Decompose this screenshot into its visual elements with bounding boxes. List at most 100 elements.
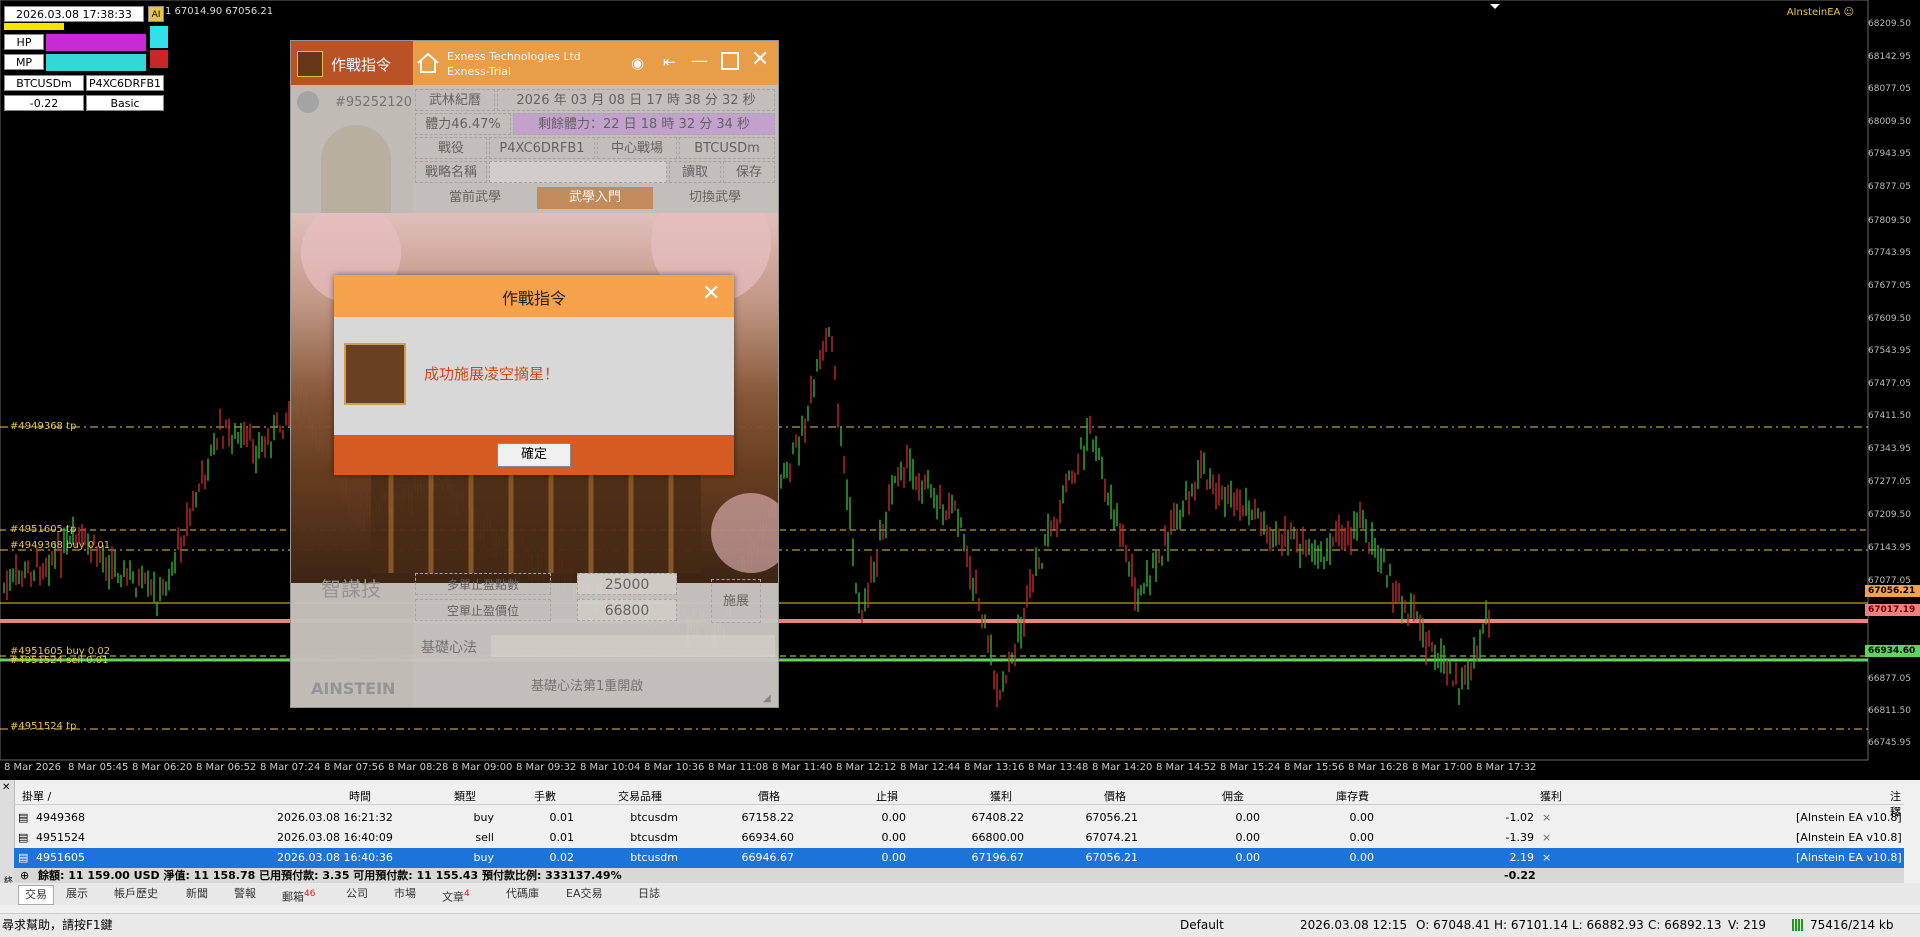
cell-profit: -1.39 — [1505, 831, 1534, 844]
terminal-tab[interactable]: 警報 — [234, 885, 256, 903]
close-order-icon[interactable]: × — [1542, 848, 1551, 868]
command-dialog[interactable]: 作戰指令 ✕ 成功施展凌空摘星！ 確定 — [334, 275, 734, 475]
time-tick: 8 Mar 11:40 — [772, 762, 833, 773]
tab-label: 代碼庫 — [506, 887, 539, 900]
price-tick: 67143.95 — [1868, 542, 1911, 553]
long-tp-input[interactable]: 25000 — [577, 573, 677, 595]
close-icon[interactable]: ✕ — [751, 47, 769, 72]
home-icon[interactable] — [415, 50, 441, 76]
time-tick: 8 Mar 16:28 — [1348, 762, 1409, 773]
time-tick: 8 Mar 15:56 — [1284, 762, 1345, 773]
price-tick: 66877.05 — [1868, 673, 1911, 684]
dialog-title: 作戰指令 — [501, 289, 566, 308]
col-symbol[interactable]: 交易品種 — [618, 788, 662, 804]
col-tp[interactable]: 獲利 — [990, 788, 1012, 804]
short-tp-input[interactable]: 66800 — [577, 599, 677, 621]
terminal-tab[interactable]: EA交易 — [566, 885, 602, 903]
terminal-tab[interactable]: 帳戶歷史 — [114, 885, 158, 903]
tab-current-skill[interactable]: 當前武學 — [415, 187, 535, 209]
col-sl[interactable]: 止損 — [876, 788, 898, 804]
price-tick: 68209.50 — [1868, 18, 1911, 29]
col-time[interactable]: 時間 — [349, 788, 371, 804]
window-titlebar[interactable]: 作戰指令 Exness Technologies Ltd Exness-Tria… — [291, 41, 778, 85]
col-type[interactable]: 類型 — [454, 788, 476, 804]
order-row[interactable]: ▤ 4951524 2026.03.08 16:40:09 sell 0.01 btcus… — [14, 828, 1904, 848]
terminal-close-icon[interactable]: ✕ — [2, 782, 10, 793]
dialog-header[interactable]: 作戰指令 ✕ — [334, 275, 734, 317]
stamina-display: 體力46.47% — [415, 113, 511, 135]
strategy-input[interactable] — [489, 161, 667, 183]
ok-button[interactable]: 確定 — [497, 443, 571, 467]
status-symbol: BTCUSDm — [4, 75, 84, 91]
cell-price2: 67074.21 — [1085, 831, 1139, 844]
camera-icon[interactable]: ◉ — [631, 54, 644, 72]
order-row[interactable]: ▤ 4949368 2026.03.08 16:21:32 buy 0.01 btcusd… — [14, 808, 1904, 828]
price-tick: 67609.50 — [1868, 313, 1911, 324]
col-price[interactable]: 價格 — [758, 788, 780, 804]
terminal-tab[interactable]: 代碼庫 — [506, 885, 539, 903]
price-chart[interactable]: 1 67014.90 67056.21 AInsteinEA ☺ 68209.5… — [0, 0, 1920, 780]
col-commission[interactable]: 佣金 — [1222, 788, 1244, 804]
price-tick: 67809.50 — [1868, 215, 1911, 226]
col-swap[interactable]: 庫存費 — [1336, 788, 1369, 804]
col-lots[interactable]: 手數 — [534, 788, 556, 804]
dialog-close-icon[interactable]: ✕ — [702, 281, 720, 306]
order-row[interactable]: ▤ 4951605 2026.03.08 16:40:36 buy 0.02 btcusd… — [14, 848, 1904, 868]
close-order-icon[interactable]: × — [1542, 828, 1551, 848]
terminal-tab[interactable]: 郵箱46 — [282, 885, 315, 904]
skill-badge-icon — [344, 343, 406, 405]
cast-button[interactable]: 施展 — [711, 579, 761, 623]
terminal-tabs[interactable]: 交易 展示 帳戶歷史 新聞 警報 郵箱46 公司 市場 文章4 代碼庫 EA交易 日誌 — [0, 883, 1920, 905]
col-comment[interactable]: 注釋 — [1890, 788, 1904, 819]
tab-label: 日誌 — [638, 887, 660, 900]
terminal-tab[interactable]: 交易 — [18, 885, 54, 905]
short-tp-label[interactable]: 空單止盈價位 — [415, 599, 551, 621]
chart-canvas[interactable] — [0, 0, 1920, 780]
cell-time: 2026.03.08 16:40:09 — [277, 831, 393, 844]
maximize-icon[interactable] — [721, 52, 739, 70]
save-button[interactable]: 保存 — [723, 161, 775, 183]
col-price2[interactable]: 價格 — [1104, 788, 1126, 804]
cell-type: sell — [475, 831, 494, 844]
tab-skill-intro[interactable]: 武學入門 — [537, 187, 653, 209]
tab-switch-skill[interactable]: 切換武學 — [655, 187, 775, 209]
order-line-label: #4951524 sell 0.01 — [10, 655, 109, 666]
time-tick: 8 Mar 08:28 — [388, 762, 449, 773]
time-tick: 8 Mar 07:24 — [260, 762, 321, 773]
close-order-icon[interactable]: × — [1542, 808, 1551, 828]
minimize-icon[interactable]: — — [691, 51, 708, 71]
status-value: -0.22 — [4, 95, 84, 111]
time-tick: 8 Mar 06:20 — [132, 762, 193, 773]
time-tick: 8 Mar 09:32 — [516, 762, 577, 773]
col-order[interactable]: 掛單 / — [22, 788, 51, 804]
connection-icon[interactable] — [1792, 919, 1804, 931]
terminal-tab[interactable]: 展示 — [66, 885, 88, 903]
cell-sl: 0.00 — [881, 851, 907, 864]
pin-icon[interactable]: ⇤ — [663, 53, 676, 71]
center-field: 中心戰場 — [597, 137, 677, 159]
basic-label: 基礎心法 — [421, 640, 477, 656]
col-profit[interactable]: 獲利 — [1540, 788, 1562, 804]
cell-order: 4949368 — [36, 811, 85, 824]
hp-bar — [46, 34, 146, 51]
terminal-tab[interactable]: 新聞 — [186, 885, 208, 903]
tab-label: EA交易 — [566, 887, 603, 900]
price-tick: 67277.05 — [1868, 477, 1911, 488]
terminal-tab[interactable]: 日誌 — [638, 885, 660, 903]
terminal-tab[interactable]: 市場 — [394, 885, 416, 903]
cell-time: 2026.03.08 16:21:32 — [277, 811, 393, 824]
profile-name[interactable]: Default — [1180, 914, 1224, 937]
time-tick: 8 Mar 10:36 — [644, 762, 705, 773]
price-tick: 67943.95 — [1868, 149, 1911, 160]
terminal-tab[interactable]: 文章4 — [442, 885, 470, 904]
time-tick: 8 Mar 05:45 — [68, 762, 129, 773]
terminal-panel[interactable]: ✕ 終端 掛單 / 時間 類型 手數 交易品種 價格 止損 獲利 價格 佣金 庫… — [0, 780, 1920, 914]
long-tp-label[interactable]: 多單止盈點數 — [415, 573, 551, 595]
read-button[interactable]: 讀取 — [669, 161, 721, 183]
ea-name-label: AInsteinEA ☺ — [1786, 7, 1854, 18]
server-name: Exness-Trial — [447, 65, 512, 78]
bar-high: H: 67101.14 — [1494, 918, 1569, 932]
dialog-footer: 確定 — [334, 435, 734, 475]
terminal-tab[interactable]: 公司 — [346, 885, 368, 903]
resize-grip-icon[interactable]: ◢ — [763, 693, 771, 704]
